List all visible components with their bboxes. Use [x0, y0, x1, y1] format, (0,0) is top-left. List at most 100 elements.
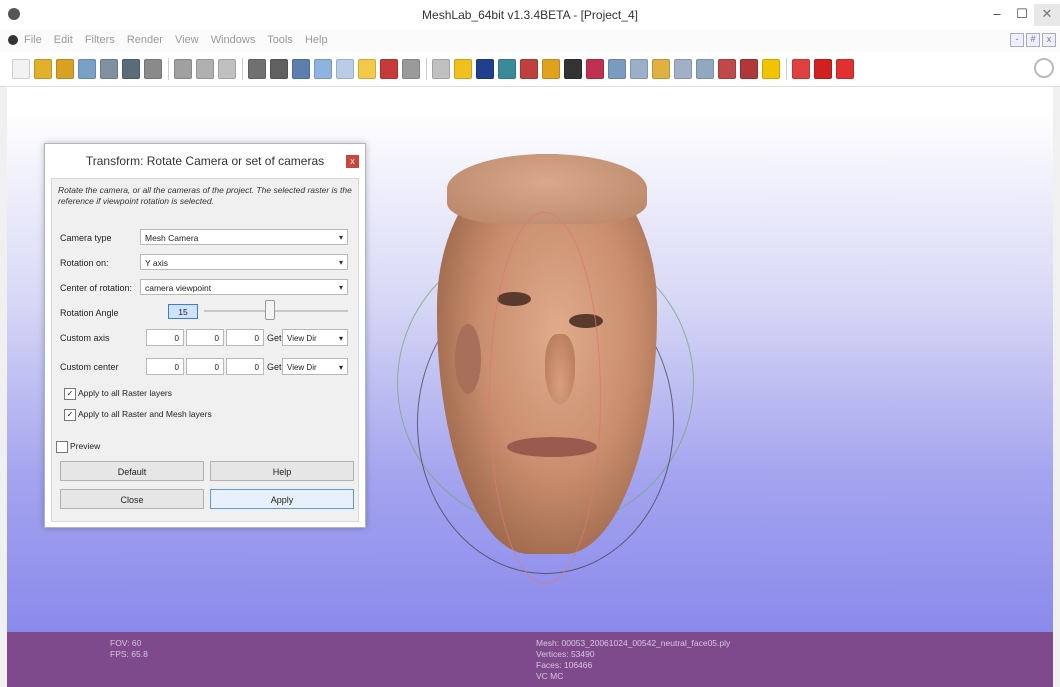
default-button[interactable]: Default [60, 461, 204, 481]
mdi-minimize-button[interactable]: - [1010, 33, 1024, 47]
custom-axis-x-input[interactable]: 0 [146, 329, 184, 346]
custom-axis-y-input[interactable]: 0 [186, 329, 224, 346]
z-painting-icon[interactable] [740, 59, 758, 79]
fps-readout: FPS: 65.8 [110, 649, 148, 659]
center-of-rotation-label: Center of rotation: [60, 283, 133, 293]
mdi-controls: - # x [1008, 33, 1056, 47]
mesh-info: Mesh: 00053_20061024_00542_neutral_face0… [536, 638, 730, 682]
color-mode-readout: VC MC [536, 671, 564, 681]
sketch-icon[interactable] [564, 59, 582, 79]
apply-button[interactable]: Apply [210, 489, 354, 509]
bounding-box-icon[interactable] [196, 59, 214, 79]
rotation-on-select[interactable]: Y axis ▾ [140, 254, 348, 270]
custom-center-dir-select[interactable]: View Dir ▾ [282, 358, 348, 375]
color-mode-icon[interactable] [380, 59, 398, 79]
face-mesh-render[interactable] [397, 142, 707, 584]
menu-edit[interactable]: Edit [54, 34, 73, 46]
preview-label: Preview [70, 441, 101, 451]
toolbar-separator [242, 58, 243, 80]
apply-raster-mesh-checkbox[interactable]: ✓ [64, 409, 76, 421]
close-button[interactable]: Close [60, 489, 204, 509]
close-window-button[interactable]: ✕ [1034, 4, 1060, 26]
window-title: MeshLab_64bit v1.3.4BETA - [Project_4] [422, 8, 638, 22]
custom-center-get-label: Get [267, 362, 282, 372]
open-project-icon[interactable] [34, 59, 52, 79]
mesh-name: Mesh: 00053_20061024_00542_neutral_face0… [536, 638, 731, 648]
chevron-down-icon: ▾ [338, 334, 343, 343]
flat-lines-icon[interactable] [292, 59, 310, 79]
pick-points-icon[interactable] [542, 59, 560, 79]
rotation-angle-input[interactable]: 15 [168, 304, 198, 319]
flat-icon[interactable] [314, 59, 332, 79]
preview-checkbox[interactable] [56, 441, 68, 453]
hidden-lines-icon[interactable] [270, 59, 288, 79]
rotation-angle-slider-track[interactable] [204, 310, 348, 312]
title-bar: MeshLab_64bit v1.3.4BETA - [Project_4] –… [0, 0, 1060, 31]
smooth-icon[interactable] [336, 59, 354, 79]
status-bar: FOV: 60 FPS: 65.8 Mesh: 00053_20061024_0… [7, 632, 1053, 687]
chevron-down-icon: ▾ [338, 363, 343, 372]
layers-icon[interactable] [174, 59, 192, 79]
select-faces-icon[interactable] [476, 59, 494, 79]
new-project-icon[interactable] [12, 59, 30, 79]
reload-all-icon[interactable] [100, 59, 118, 79]
export-mesh-icon[interactable] [122, 59, 140, 79]
maximize-button[interactable]: ☐ [1008, 4, 1036, 26]
menu-tools[interactable]: Tools [267, 34, 293, 46]
dialog-description: Rotate the camera, or all the cameras of… [58, 185, 352, 206]
chevron-down-icon: ▾ [338, 233, 343, 242]
camera-type-select[interactable]: Mesh Camera ▾ [140, 229, 348, 245]
rotation-angle-slider-thumb[interactable] [265, 300, 275, 320]
measure-icon[interactable] [520, 59, 538, 79]
custom-center-y-input[interactable]: 0 [186, 358, 224, 375]
delete-faces-icon[interactable] [836, 59, 854, 79]
manipulator-icon[interactable] [674, 59, 692, 79]
paint-icon[interactable] [498, 59, 516, 79]
menu-filters[interactable]: Filters [85, 34, 115, 46]
save-snapshot-icon[interactable] [144, 59, 162, 79]
apply-raster-checkbox[interactable]: ✓ [64, 388, 76, 400]
custom-axis-label: Custom axis [60, 333, 110, 343]
menu-help[interactable]: Help [305, 34, 328, 46]
center-of-rotation-value: camera viewpoint [145, 283, 212, 293]
menu-view[interactable]: View [175, 34, 199, 46]
menu-render[interactable]: Render [127, 34, 163, 46]
search-icon[interactable] [1034, 58, 1054, 78]
delete-vertices-icon[interactable] [814, 59, 832, 79]
minimize-button[interactable]: – [983, 4, 1011, 26]
annotation-icon[interactable] [454, 59, 472, 79]
custom-axis-dir-select[interactable]: View Dir ▾ [282, 329, 348, 346]
raster-align-icon[interactable] [586, 59, 604, 79]
help-button[interactable]: Help [210, 461, 354, 481]
light-icon[interactable] [358, 59, 376, 79]
mutual-info-icon[interactable] [608, 59, 626, 79]
custom-axis-z-input[interactable]: 0 [226, 329, 264, 346]
trackball-icon[interactable] [432, 59, 450, 79]
align-icon[interactable] [630, 59, 648, 79]
center-of-rotation-select[interactable]: camera viewpoint ▾ [140, 279, 348, 295]
mdi-close-button[interactable]: x [1042, 33, 1056, 47]
points-icon[interactable] [218, 59, 236, 79]
texture-icon[interactable] [402, 59, 420, 79]
rotate-camera-dialog: Transform: Rotate Camera or set of camer… [44, 143, 366, 528]
app-menu-icon[interactable] [8, 35, 18, 45]
menu-file[interactable]: File [24, 34, 42, 46]
info-icon[interactable] [762, 59, 780, 79]
custom-center-label: Custom center [60, 362, 119, 372]
custom-center-dir-value: View Dir [287, 363, 317, 372]
select-connected-icon[interactable] [696, 59, 714, 79]
vertex-count: Vertices: 53490 [536, 649, 595, 659]
custom-center-x-input[interactable]: 0 [146, 358, 184, 375]
dialog-close-icon[interactable]: x [346, 155, 359, 168]
menu-windows[interactable]: Windows [211, 34, 256, 46]
import-mesh-icon[interactable] [56, 59, 74, 79]
rotation-on-value: Y axis [145, 258, 168, 268]
rotation-on-label: Rotation on: [60, 258, 109, 268]
rotate-camera-icon[interactable] [718, 59, 736, 79]
mdi-restore-button[interactable]: # [1026, 33, 1040, 47]
reload-icon[interactable] [78, 59, 96, 79]
vertex-color-icon[interactable] [652, 59, 670, 79]
custom-center-z-input[interactable]: 0 [226, 358, 264, 375]
delete-selected-icon[interactable] [792, 59, 810, 79]
wireframe-icon[interactable] [248, 59, 266, 79]
